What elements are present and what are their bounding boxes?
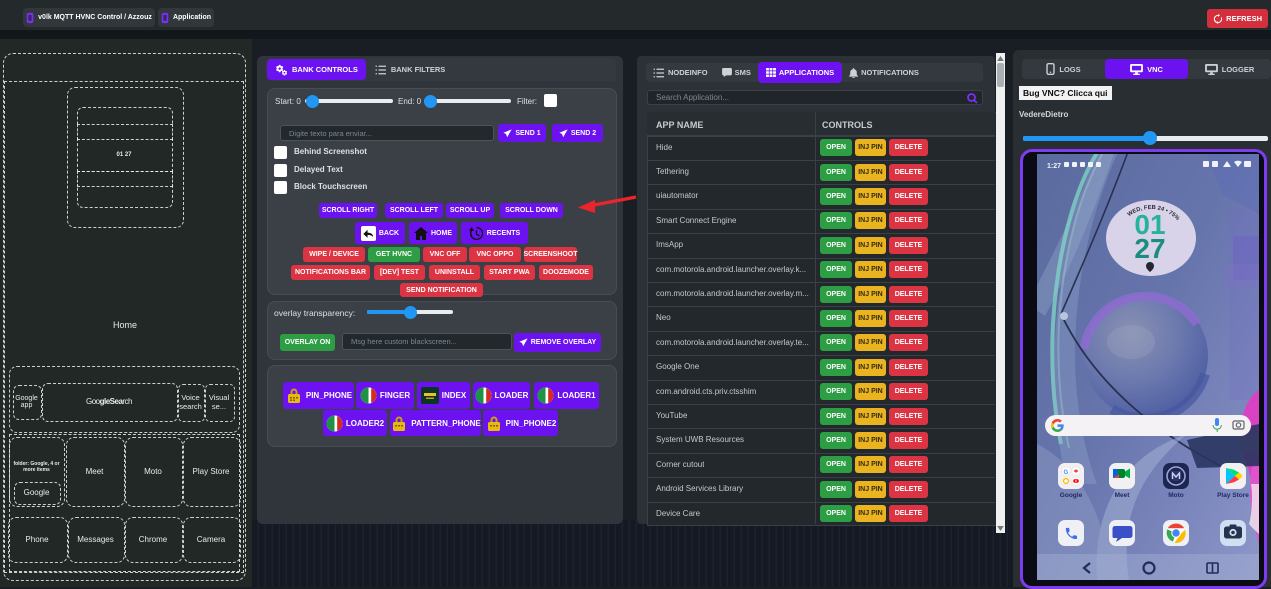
svg-text:27: 27 [1134,233,1165,264]
svg-text:Moto: Moto [1168,492,1184,499]
svg-text:Google: Google [1060,492,1083,499]
svg-text:1:27: 1:27 [1047,163,1061,170]
svg-text:Meet: Meet [1115,492,1131,499]
svg-text:G: G [1064,470,1069,476]
svg-text:Play Store: Play Store [1217,492,1249,499]
